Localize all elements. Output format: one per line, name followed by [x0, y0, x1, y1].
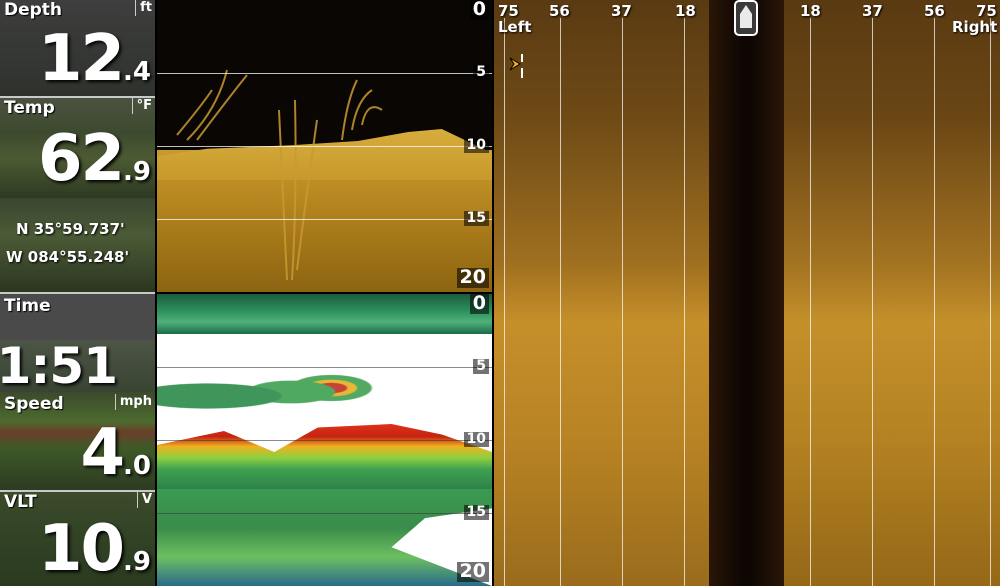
temp-value: 62.9: [38, 124, 151, 198]
depth-readout[interactable]: Depth ft 12.4: [0, 0, 155, 96]
cursor-marker-icon[interactable]: [508, 52, 534, 82]
range-label-right: 56: [924, 2, 945, 20]
sonar-bottom-return: [157, 424, 492, 494]
temp-unit: °F: [131, 98, 152, 114]
range-label-left: 18: [675, 2, 696, 20]
range-gridline: [810, 18, 811, 586]
depth-value-int: 12: [37, 22, 125, 96]
speed-value-dec: .0: [123, 451, 151, 481]
right-side-label: Right: [952, 18, 998, 36]
time-value: 1:51: [0, 340, 118, 392]
speed-unit: mph: [114, 394, 152, 410]
voltage-unit: V: [136, 492, 152, 508]
left-side-label: Left: [498, 18, 532, 36]
time-header[interactable]: Time: [0, 294, 155, 340]
speed-value-int: 4: [80, 416, 126, 490]
time-label: Time: [4, 296, 51, 316]
gps-longitude: W 084°55.248': [6, 248, 130, 266]
depth-tick: 5: [473, 359, 489, 374]
depth-tick: 15: [463, 211, 489, 226]
voltage-value: 10.9: [38, 514, 151, 586]
side-imaging-right-channel: [784, 0, 1000, 586]
depth-gridline: [157, 440, 492, 441]
depth-tick: 5: [473, 65, 489, 80]
depth-tick: 10: [463, 138, 489, 153]
depth-tick: 0: [469, 0, 489, 20]
gps-readout[interactable]: N 35°59.737' W 084°55.248': [0, 198, 155, 292]
temp-label: Temp: [4, 98, 55, 118]
depth-unit: ft: [135, 0, 152, 16]
voltage-label: VLT: [4, 492, 37, 512]
range-gridline: [504, 18, 505, 586]
range-label-left: 56: [549, 2, 570, 20]
down-imaging-view[interactable]: 0 5 10 15 20: [157, 0, 492, 292]
speed-readout[interactable]: Speed mph 4.0: [0, 392, 155, 492]
range-label-right: 37: [862, 2, 883, 20]
depth-tick: 20: [456, 267, 489, 288]
voltage-readout[interactable]: VLT V 10.9: [0, 492, 155, 586]
voltage-value-int: 10: [37, 512, 125, 586]
side-imaging-water-column: [709, 0, 784, 586]
range-gridline: [560, 18, 561, 586]
side-imaging-view[interactable]: 75 56 37 18 18 37 56 75 Left Right: [494, 0, 1000, 586]
sonar-2d-view[interactable]: 0 5 10 15 20: [157, 294, 492, 586]
sonar-bottom-layer: [157, 489, 492, 586]
range-gridline: [934, 18, 935, 586]
speed-label: Speed: [4, 394, 64, 414]
temp-value-dec: .9: [123, 157, 151, 187]
speed-value: 4.0: [81, 418, 152, 492]
gps-latitude: N 35°59.737': [16, 220, 125, 238]
range-label-right: 18: [800, 2, 821, 20]
depth-gridline: [157, 367, 492, 368]
fishfinder-screen: Depth ft 12.4 Temp °F 62.9 N 35°59.737' …: [0, 0, 1000, 586]
range-label-left: 37: [611, 2, 632, 20]
range-gridline: [622, 18, 623, 586]
depth-tick: 15: [463, 505, 489, 520]
temp-value-int: 62: [37, 122, 125, 196]
depth-gridline: [157, 513, 492, 514]
side-imaging-left-channel: [494, 0, 709, 586]
sonar-surface-clutter: [157, 294, 492, 334]
range-gridline: [990, 18, 991, 586]
temp-readout[interactable]: Temp °F 62.9: [0, 98, 155, 198]
time-readout[interactable]: 1:51: [0, 340, 155, 392]
depth-tick: 10: [463, 432, 489, 447]
depth-label: Depth: [4, 0, 63, 20]
depth-gridline: [157, 219, 492, 220]
range-gridline: [684, 18, 685, 586]
depth-tick: 20: [456, 561, 489, 582]
range-gridline: [872, 18, 873, 586]
boat-icon: [734, 0, 758, 36]
depth-gridline: [157, 73, 492, 74]
depth-value: 12.4: [38, 24, 151, 96]
depth-value-dec: .4: [123, 57, 151, 87]
depth-gridline: [157, 146, 492, 147]
voltage-value-dec: .9: [123, 547, 151, 577]
depth-tick: 0: [469, 294, 489, 314]
